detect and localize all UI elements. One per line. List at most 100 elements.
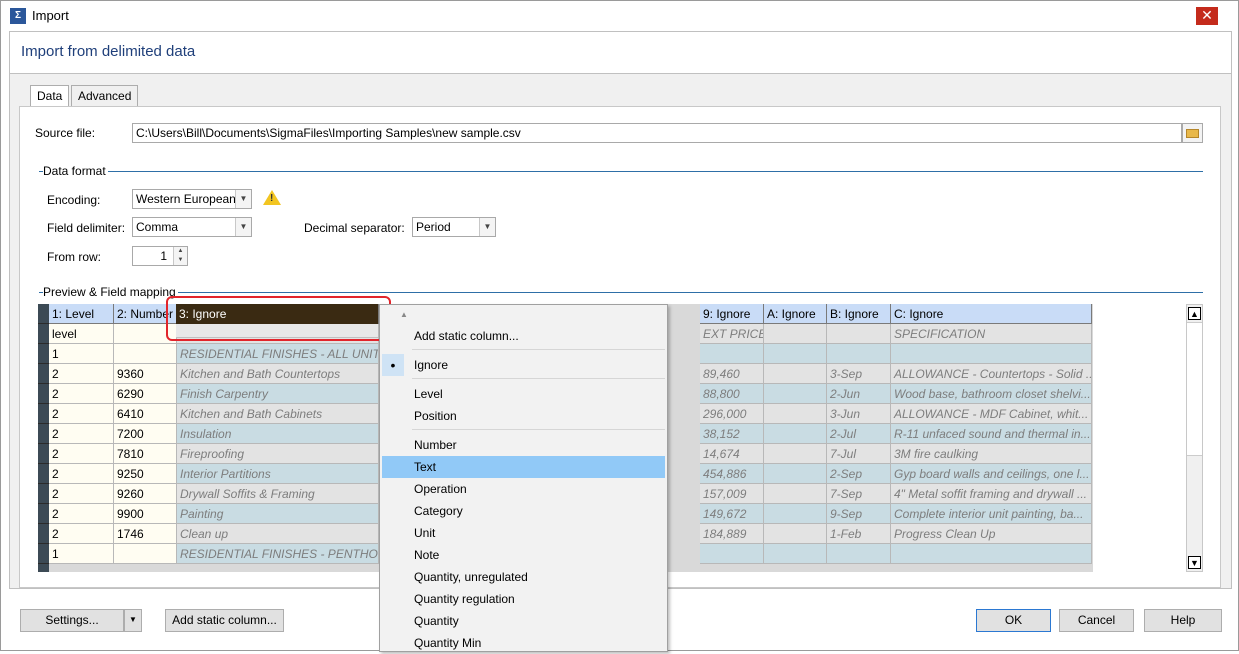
column-header[interactable]: A: Ignore <box>764 304 827 324</box>
spin-arrows-icon[interactable]: ▲ ▼ <box>173 247 187 265</box>
menu-item[interactable]: Number <box>382 434 665 456</box>
table-cell[interactable]: 2 <box>49 404 114 424</box>
menu-item[interactable]: Text <box>382 456 665 478</box>
vertical-scrollbar[interactable]: ▲ ▼ <box>1186 304 1203 572</box>
menu-item[interactable]: Operation <box>382 478 665 500</box>
table-cell[interactable]: 2 <box>49 444 114 464</box>
add-static-column-button[interactable]: Add static column... <box>165 609 284 632</box>
menu-item[interactable]: Category <box>382 500 665 522</box>
table-cell[interactable]: R-11 unfaced sound and thermal in... <box>891 424 1092 444</box>
source-file-input[interactable]: C:\Users\Bill\Documents\SigmaFiles\Impor… <box>132 123 1182 143</box>
help-button[interactable]: Help <box>1144 609 1222 632</box>
column-header[interactable]: B: Ignore <box>827 304 891 324</box>
table-cell[interactable]: 2 <box>49 464 114 484</box>
table-cell[interactable]: 9-Sep <box>827 504 891 524</box>
table-cell[interactable]: Interior Partitions <box>177 464 379 484</box>
table-cell[interactable]: SPECIFICATION <box>891 324 1092 344</box>
table-cell[interactable] <box>114 544 177 564</box>
table-cell[interactable]: 184,889 <box>700 524 764 544</box>
table-cell[interactable] <box>764 444 827 464</box>
table-cell[interactable] <box>827 344 891 364</box>
scroll-up-icon[interactable]: ▲ <box>1188 307 1201 320</box>
table-cell[interactable]: 454,886 <box>700 464 764 484</box>
menu-item[interactable]: Ignore <box>382 354 665 376</box>
menu-item[interactable]: Unit <box>382 522 665 544</box>
table-cell[interactable] <box>827 544 891 564</box>
table-cell[interactable]: 3-Jun <box>827 404 891 424</box>
table-cell[interactable]: 2-Jun <box>827 384 891 404</box>
table-cell[interactable] <box>764 384 827 404</box>
menu-item[interactable]: Quantity <box>382 610 665 632</box>
row-header[interactable] <box>38 364 49 384</box>
table-cell[interactable]: Complete interior unit painting, ba... <box>891 504 1092 524</box>
row-header[interactable] <box>38 524 49 544</box>
cancel-button[interactable]: Cancel <box>1059 609 1134 632</box>
table-cell[interactable]: 2 <box>49 364 114 384</box>
table-cell[interactable]: Finish Carpentry <box>177 384 379 404</box>
column-header[interactable]: 9: Ignore <box>700 304 764 324</box>
table-cell[interactable] <box>764 364 827 384</box>
table-cell[interactable] <box>764 544 827 564</box>
table-cell[interactable]: 3M fire caulking <box>891 444 1092 464</box>
menu-item[interactable]: Quantity regulation <box>382 588 665 610</box>
table-cell[interactable] <box>764 484 827 504</box>
settings-dropdown-icon[interactable]: ▼ <box>124 609 142 632</box>
table-cell[interactable]: 6410 <box>114 404 177 424</box>
table-cell[interactable]: EXT PRICE <box>700 324 764 344</box>
table-cell[interactable]: Kitchen and Bath Cabinets <box>177 404 379 424</box>
table-cell[interactable]: RESIDENTIAL FINISHES - ALL UNITS <box>177 344 379 364</box>
table-cell[interactable]: 296,000 <box>700 404 764 424</box>
table-cell[interactable]: Drywall Soffits & Framing <box>177 484 379 504</box>
table-cell[interactable]: 88,800 <box>700 384 764 404</box>
table-cell[interactable]: 149,672 <box>700 504 764 524</box>
table-cell[interactable] <box>891 544 1092 564</box>
table-cell[interactable]: 2 <box>49 484 114 504</box>
table-cell[interactable]: 6290 <box>114 384 177 404</box>
decimal-separator-select[interactable]: Period ▼ <box>412 217 496 237</box>
tab-advanced[interactable]: Advanced <box>71 85 139 107</box>
row-header[interactable] <box>38 544 49 564</box>
table-cell[interactable]: level <box>49 324 114 344</box>
table-cell[interactable]: 9360 <box>114 364 177 384</box>
row-header[interactable] <box>38 384 49 404</box>
table-cell[interactable]: 2 <box>49 524 114 544</box>
table-cell[interactable]: 7-Sep <box>827 484 891 504</box>
table-cell[interactable]: 7200 <box>114 424 177 444</box>
table-cell[interactable] <box>827 324 891 344</box>
table-cell[interactable]: ALLOWANCE - MDF Cabinet, whit... <box>891 404 1092 424</box>
table-cell[interactable]: 7-Jul <box>827 444 891 464</box>
table-cell[interactable]: 9260 <box>114 484 177 504</box>
table-cell[interactable]: 38,152 <box>700 424 764 444</box>
browse-button[interactable] <box>1182 123 1203 143</box>
table-cell[interactable]: 157,009 <box>700 484 764 504</box>
table-cell[interactable]: Fireproofing <box>177 444 379 464</box>
table-cell[interactable] <box>764 504 827 524</box>
table-cell[interactable] <box>700 344 764 364</box>
row-header[interactable] <box>38 344 49 364</box>
scroll-thumb[interactable] <box>1187 322 1202 456</box>
table-cell[interactable]: 7810 <box>114 444 177 464</box>
ok-button[interactable]: OK <box>976 609 1051 632</box>
table-cell[interactable]: 1-Feb <box>827 524 891 544</box>
table-cell[interactable]: Wood base, bathroom closet shelvi... <box>891 384 1092 404</box>
table-cell[interactable]: 89,460 <box>700 364 764 384</box>
table-cell[interactable]: ALLOWANCE - Countertops - Solid ... <box>891 364 1092 384</box>
from-row-stepper[interactable]: 1 ▲ ▼ <box>132 246 188 266</box>
row-header[interactable] <box>38 324 49 344</box>
field-delimiter-select[interactable]: Comma ▼ <box>132 217 252 237</box>
table-cell[interactable]: 2-Sep <box>827 464 891 484</box>
close-button[interactable]: ✕ <box>1196 7 1218 25</box>
table-cell[interactable]: Clean up <box>177 524 379 544</box>
row-header[interactable] <box>38 504 49 524</box>
table-cell[interactable] <box>764 524 827 544</box>
menu-item[interactable]: Quantity, unregulated <box>382 566 665 588</box>
table-cell[interactable]: 9900 <box>114 504 177 524</box>
table-cell[interactable] <box>764 324 827 344</box>
tab-data[interactable]: Data <box>30 85 70 108</box>
table-cell[interactable]: 1 <box>49 344 114 364</box>
encoding-select[interactable]: Western European ▼ <box>132 189 252 209</box>
table-cell[interactable]: 2 <box>49 384 114 404</box>
menu-item[interactable]: Note <box>382 544 665 566</box>
table-cell[interactable]: 3-Sep <box>827 364 891 384</box>
table-cell[interactable]: RESIDENTIAL FINISHES - PENTHOU... <box>177 544 379 564</box>
